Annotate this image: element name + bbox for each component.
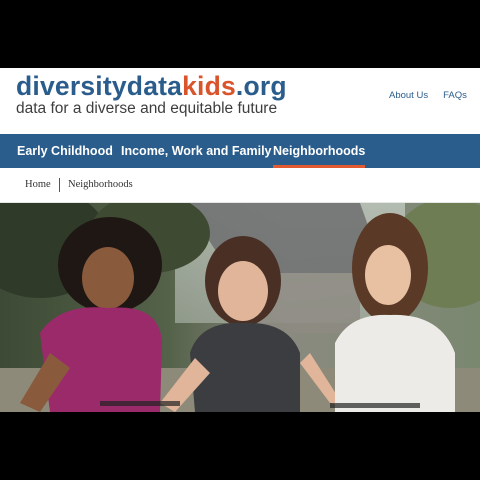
breadcrumb-current: Neighborhoods xyxy=(68,179,133,190)
utility-nav: About Us FAQs Im xyxy=(389,90,480,101)
nav-item-income-work-family[interactable]: Income, Work and Family xyxy=(121,134,272,168)
browser-viewport: diversitydatakids.org data for a diverse… xyxy=(0,68,480,412)
main-nav: Early Childhood Income, Work and Family … xyxy=(0,134,480,168)
logo-text-diversitydata: diversitydata xyxy=(16,71,183,101)
site-header: diversitydatakids.org data for a diverse… xyxy=(0,68,480,134)
breadcrumb: Home Neighborhoods xyxy=(0,168,480,203)
utility-link-faqs[interactable]: FAQs xyxy=(443,90,467,101)
utility-link-about-us[interactable]: About Us xyxy=(389,90,428,101)
nav-item-early-childhood[interactable]: Early Childhood xyxy=(17,134,113,168)
breadcrumb-separator xyxy=(59,178,60,192)
breadcrumb-home[interactable]: Home xyxy=(25,168,51,202)
nav-item-neighborhoods[interactable]: Neighborhoods xyxy=(273,134,366,168)
hero-photo-children xyxy=(0,203,480,412)
site-logo[interactable]: diversitydatakids.org xyxy=(16,71,287,102)
hero-image xyxy=(0,203,480,412)
logo-text-org: .org xyxy=(235,71,287,101)
logo-text-kids: kids xyxy=(182,71,236,101)
site-tagline: data for a diverse and equitable future xyxy=(16,100,278,117)
